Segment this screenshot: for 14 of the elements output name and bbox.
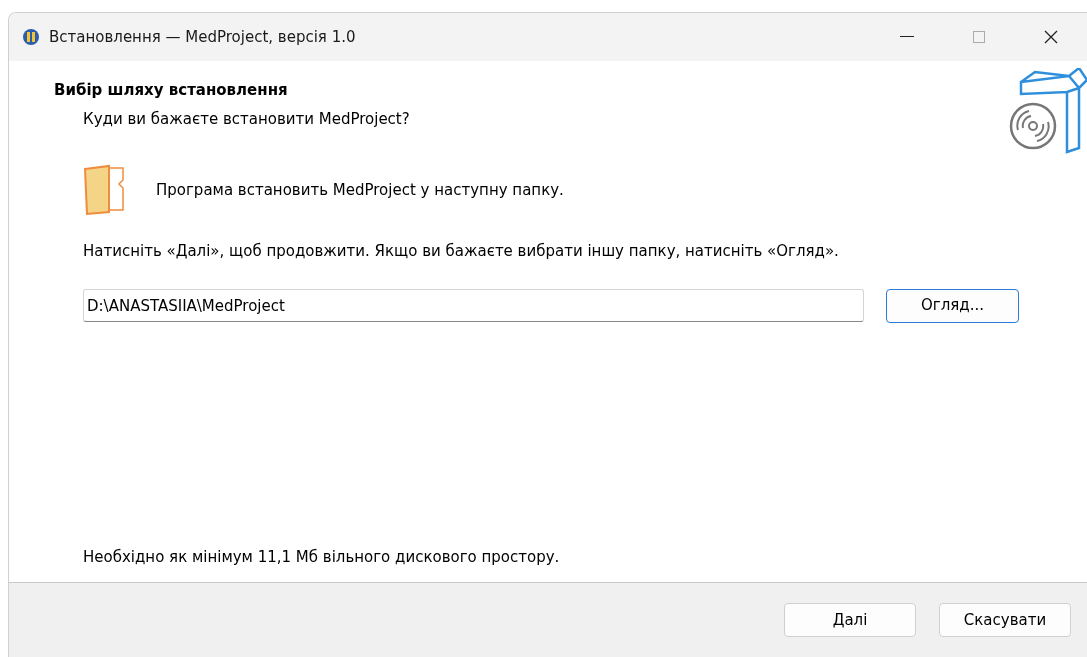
next-button[interactable]: Далі <box>784 603 916 637</box>
browse-button[interactable]: Огляд... <box>886 288 1019 323</box>
app-icon <box>22 28 40 46</box>
close-icon <box>1044 30 1058 44</box>
page-title: Вибір шляху встановлення <box>54 80 289 101</box>
disk-space-text: Необхідно як мінімум 11,1 Мб вільного дискового простору. <box>83 546 560 568</box>
path-field[interactable]: D:\ANASTASIIA\MedProject <box>83 289 864 322</box>
cancel-button[interactable]: Скасувати <box>939 603 1071 637</box>
intro-text: Програма встановить MedProject у наступну папку. <box>156 179 564 201</box>
maximize-icon <box>973 31 985 43</box>
page-subtitle: Куди ви бажаєте встановити MedProject? <box>83 108 410 130</box>
window-title: Встановлення — MedProject, версія 1.0 <box>49 26 356 48</box>
minimize-icon <box>900 36 914 38</box>
instruction-text: Натисніть «Далі», щоб продовжити. Якщо ви бажаєте вибрати іншу папку, натисніть «Огляд». <box>83 241 840 262</box>
